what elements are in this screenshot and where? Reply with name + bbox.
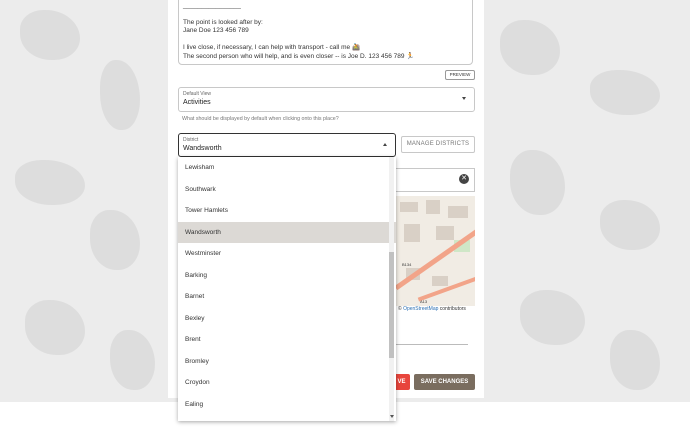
- background-figure: [510, 150, 565, 215]
- map-block: [400, 202, 418, 212]
- district-dropdown-menu: Lewisham Southwark Tower Hamlets Wandswo…: [178, 157, 396, 421]
- background-figure: [100, 60, 140, 130]
- district-option[interactable]: Barnet: [178, 286, 396, 308]
- district-option-selected[interactable]: Wandsworth: [178, 221, 396, 243]
- map-block: [448, 206, 468, 218]
- district-option[interactable]: Bexley: [178, 308, 396, 330]
- save-changes-button[interactable]: SAVE CHANGES: [414, 374, 475, 390]
- district-label: District: [183, 137, 199, 143]
- map-attribution: © OpenStreetMap contributors: [398, 306, 466, 312]
- attribution-suffix: contributors: [438, 306, 466, 312]
- slider-track[interactable]: [396, 344, 468, 345]
- district-option[interactable]: Westminster: [178, 243, 396, 265]
- chevron-up-icon: [383, 143, 387, 146]
- default-view-label: Default View: [183, 91, 211, 97]
- district-value: Wandsworth: [183, 145, 222, 152]
- default-view-value: Activities: [183, 99, 211, 106]
- openstreetmap-link[interactable]: OpenStreetMap: [403, 306, 438, 312]
- background-figure: [20, 10, 80, 60]
- map-block: [436, 226, 454, 240]
- dropdown-scrollbar-thumb[interactable]: [389, 252, 394, 358]
- map-view[interactable]: B134 A13: [396, 196, 475, 306]
- map-road-label: A13: [420, 299, 428, 304]
- district-option[interactable]: Southwark: [178, 179, 396, 201]
- background-figure: [25, 300, 85, 355]
- district-option[interactable]: Barking: [178, 265, 396, 287]
- background-figure: [610, 330, 660, 390]
- notes-textarea[interactable]: **Flying bazaar** (pav. 20A, Mo-pt 7-19)…: [178, 0, 473, 65]
- background-figure: [520, 290, 585, 345]
- district-option[interactable]: Lewisham: [178, 157, 396, 179]
- district-select[interactable]: District Wandsworth: [178, 133, 396, 157]
- background-figure: [90, 210, 140, 270]
- background-figure: [110, 330, 155, 390]
- background-figure: [15, 160, 85, 205]
- default-view-hint: What should be displayed by default when…: [182, 116, 339, 122]
- default-view-select[interactable]: Default View Activities: [178, 87, 475, 112]
- district-option[interactable]: Croydon: [178, 372, 396, 394]
- background-figure: [590, 70, 660, 115]
- district-option[interactable]: Ealing: [178, 394, 396, 416]
- map-block: [432, 276, 448, 286]
- district-option[interactable]: Bromley: [178, 351, 396, 373]
- background-figure: [500, 20, 560, 75]
- map-block: [426, 200, 440, 214]
- chevron-down-icon: [462, 97, 466, 100]
- scroll-down-arrow-icon[interactable]: [389, 415, 394, 418]
- map-road-label: B134: [402, 262, 412, 267]
- background-figure: [600, 200, 660, 250]
- clear-icon[interactable]: ✕: [459, 174, 469, 184]
- preview-button[interactable]: PREVIEW: [445, 70, 475, 80]
- district-option[interactable]: Brent: [178, 329, 396, 351]
- manage-districts-button[interactable]: MANAGE DISTRICTS: [401, 136, 475, 153]
- district-option[interactable]: Tower Hamlets: [178, 200, 396, 222]
- map-block: [404, 224, 420, 242]
